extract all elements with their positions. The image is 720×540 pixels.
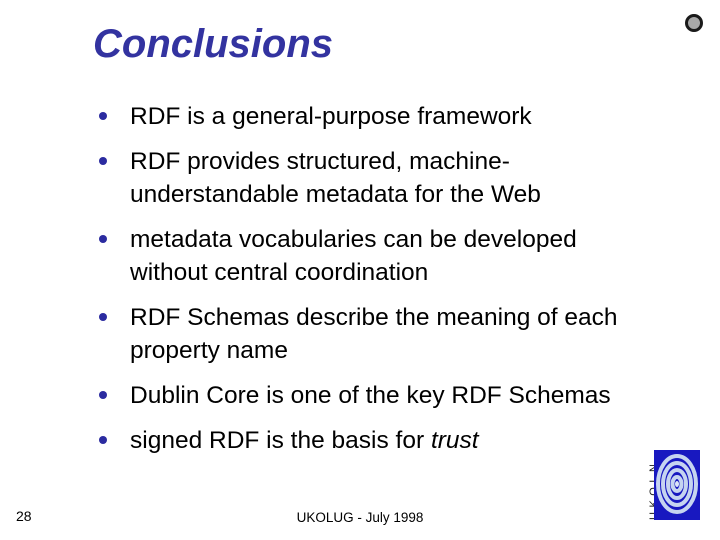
ukoln-spiral-icon [654, 450, 700, 520]
bullet-dot-icon [99, 435, 107, 444]
list-item-text: RDF Schemas describe the meaning of each… [130, 303, 618, 365]
ukoln-logo: UKOLN [630, 448, 714, 526]
conclusions-bullet-list: RDF is a general-purpose framework RDF p… [95, 100, 655, 468]
corner-circle-decoration [685, 14, 703, 32]
list-item-text: Dublin Core is one of the key RDF Schema… [130, 381, 611, 409]
list-item: RDF provides structured, machine-underst… [95, 145, 655, 212]
list-item-text: metadata vocabularies can be developed w… [130, 225, 577, 287]
bullet-dot-icon [99, 312, 107, 321]
list-item-text: RDF provides structured, machine-underst… [130, 147, 541, 209]
page-title: Conclusions [93, 22, 334, 66]
bullet-dot-icon [99, 156, 107, 165]
list-item-text: RDF is a general-purpose framework [130, 103, 532, 130]
bullet-dot-icon [99, 234, 107, 243]
list-item: RDF is a general-purpose framework [95, 100, 655, 134]
list-item-emphasis: trust [430, 426, 479, 454]
slide-canvas: Conclusions RDF is a general-purpose fra… [0, 0, 720, 540]
list-item: signed RDF is the basis for trust [95, 424, 655, 458]
list-item: Dublin Core is one of the key RDF Schema… [95, 379, 655, 413]
bullet-dot-icon [99, 390, 107, 399]
footer-text: UKOLUG - July 1998 [296, 510, 424, 525]
list-item: RDF Schemas describe the meaning of each… [95, 301, 655, 368]
list-item: metadata vocabularies can be developed w… [95, 223, 655, 290]
list-item-text: signed RDF is the basis for [130, 426, 431, 454]
bullet-dot-icon [99, 112, 107, 120]
